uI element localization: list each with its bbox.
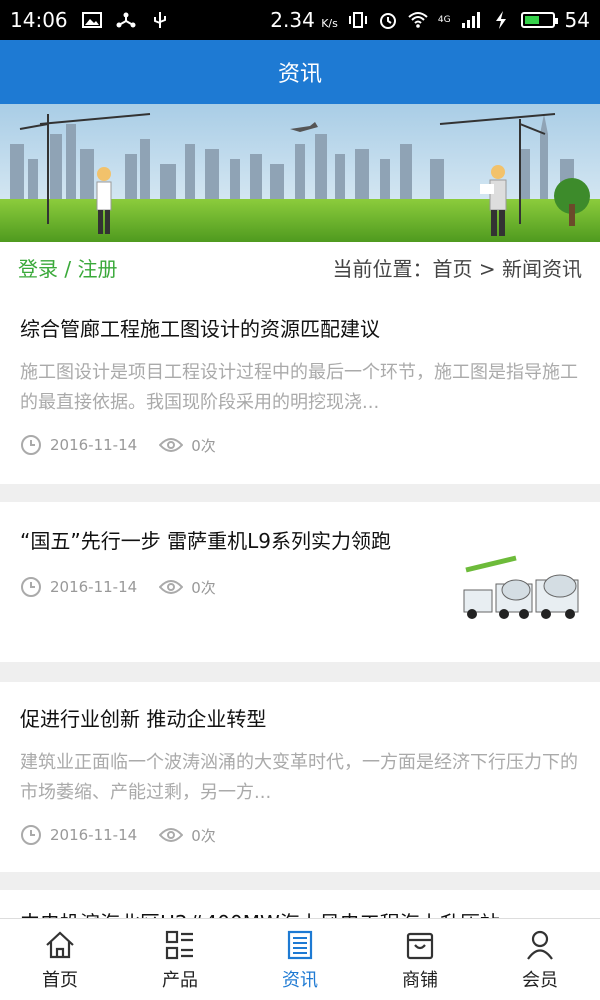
login-register-link[interactable]: 登录 / 注册 — [18, 253, 117, 282]
alarm-icon — [379, 13, 396, 29]
article-views: 0次 — [159, 825, 216, 846]
battery-level: 54 — [564, 8, 590, 32]
tab-label: 商铺 — [402, 969, 438, 991]
eye-icon — [159, 580, 184, 594]
article-title[interactable]: 促进行业创新 推动企业转型 — [20, 682, 580, 736]
network-type: 4G — [437, 15, 451, 25]
shop-icon — [406, 932, 434, 959]
city-construction-illustration — [0, 104, 600, 242]
tab-label: 资讯 — [282, 969, 318, 991]
home-icon — [46, 931, 74, 958]
article-views: 0次 — [159, 435, 216, 456]
signal-icon — [461, 12, 480, 28]
vibrate-icon — [348, 12, 367, 28]
article-summary: 施工图设计是项目工程设计过程中的最后一个环节，施工图是指导施工的最直接依据。我国… — [20, 362, 578, 413]
charging-icon — [495, 11, 506, 29]
breadcrumb: 当前位置：首页 > 新闻资讯 — [332, 256, 582, 281]
article-title[interactable]: “国五”先行一步 雷萨重机L9系列实力领跑 — [20, 502, 420, 558]
status-bar: 14:06 2.34 K/s 4G 54 — [0, 0, 600, 40]
clock-icon — [21, 825, 41, 845]
article-meta: 2016-11-14 0次 — [20, 434, 580, 456]
usb-icon — [153, 12, 166, 28]
page-header: 资讯 — [0, 40, 600, 104]
breadcrumb-bar: 登录 / 注册 当前位置：首页 > 新闻资讯 — [0, 242, 600, 292]
speed-unit: K/s — [321, 17, 338, 30]
tab-news[interactable]: 资讯 — [240, 919, 360, 1000]
article-card[interactable]: “国五”先行一步 雷萨重机L9系列实力领跑 2016-11-14 0次 — [0, 502, 600, 662]
network-speed: 2.34 K/s — [270, 8, 338, 32]
speed-value: 2.34 — [270, 8, 315, 32]
news-icon — [287, 930, 313, 959]
battery-fill — [524, 16, 539, 24]
article-card[interactable]: 促进行业创新 推动企业转型 建筑业正面临一个波涛汹涌的大变革时代，一方面是经济下… — [0, 682, 600, 872]
share-icon — [116, 12, 136, 28]
grid-list-icon — [165, 930, 193, 959]
view-count: 0次 — [191, 826, 216, 845]
article-thumbnail[interactable] — [456, 550, 586, 636]
wifi-icon — [408, 12, 428, 28]
view-count: 0次 — [191, 436, 216, 455]
image-icon — [81, 12, 102, 28]
page-title: 资讯 — [277, 62, 322, 87]
tab-members[interactable]: 会员 — [480, 919, 600, 1000]
tab-products[interactable]: 产品 — [120, 919, 240, 1000]
banner-image — [0, 104, 600, 242]
article-date: 2016-11-14 — [50, 826, 138, 844]
clock-icon — [21, 577, 41, 597]
status-time: 14:06 — [10, 8, 68, 32]
user-icon — [527, 930, 553, 960]
clock-icon — [21, 435, 41, 455]
bottom-tab-bar: 首页 产品 资讯 商铺 会员 — [0, 918, 600, 1000]
article-card[interactable]: 综合管廊工程施工图设计的资源匹配建议 施工图设计是项目工程设计过程中的最后一个环… — [0, 292, 600, 484]
article-date: 2016-11-14 — [50, 578, 138, 596]
article-views: 0次 — [159, 577, 216, 598]
article-meta: 2016-11-14 0次 — [20, 824, 580, 846]
eye-icon — [159, 828, 184, 842]
view-count: 0次 — [191, 578, 216, 597]
tab-home[interactable]: 首页 — [0, 919, 120, 1000]
tab-label: 首页 — [42, 969, 78, 991]
battery-icon — [520, 12, 558, 28]
tab-label: 会员 — [522, 969, 558, 991]
article-summary: 建筑业正面临一个波涛汹涌的大变革时代，一方面是经济下行压力下的市场萎缩、产能过剩… — [20, 752, 578, 803]
article-title[interactable]: 综合管廊工程施工图设计的资源匹配建议 — [20, 292, 580, 346]
eye-icon — [159, 438, 184, 452]
tab-label: 产品 — [162, 969, 198, 991]
tab-shops[interactable]: 商铺 — [360, 919, 480, 1000]
article-date: 2016-11-14 — [50, 436, 138, 454]
